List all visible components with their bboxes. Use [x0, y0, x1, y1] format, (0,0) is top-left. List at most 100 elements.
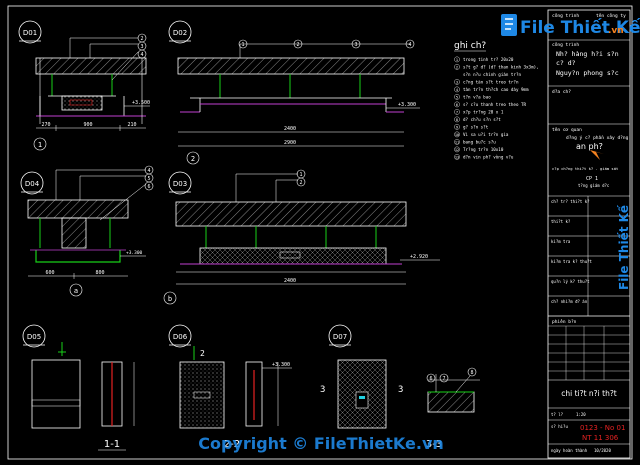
note-text: Tr?ng tr?n 10x10	[463, 147, 504, 152]
note-text: s? c?u thanh treo theo TR	[463, 102, 527, 107]
svg-text:2: 2	[140, 36, 143, 42]
note-number: 8	[456, 118, 458, 122]
note-number: 11	[455, 141, 459, 145]
detail-d02: D02 1 2 3 4 +3.300 2400 2900 2	[168, 20, 420, 165]
svg-text:5: 5	[147, 176, 150, 182]
note-text: g? s?n s?t	[463, 125, 489, 130]
d06-level: +3.300	[272, 362, 290, 368]
d03-ceiling-slab	[175, 201, 407, 227]
svg-text:4: 4	[147, 168, 150, 174]
svg-text:2900: 2900	[284, 140, 296, 146]
svg-text:900: 900	[83, 122, 92, 128]
svg-text:CP 1: CP 1	[586, 176, 598, 182]
project-name-2: c? d?	[556, 59, 576, 67]
revision-grid	[548, 325, 630, 380]
note-text: bang bu?c s?u	[463, 140, 496, 145]
d01-light-box	[61, 95, 103, 111]
d04-beam	[27, 199, 129, 219]
d02-tag: D02	[173, 29, 187, 37]
d07-tag: D07	[333, 333, 347, 341]
stamp-label: tên cơ quan	[552, 126, 582, 133]
watermark-logo: File Thiết Kế .vn	[501, 14, 640, 38]
note-text: d? ch?u s?n s?t	[463, 117, 501, 122]
note-number: 5	[456, 96, 458, 100]
title-block-row-label: ki?m tra k? thu?t	[551, 259, 593, 264]
completion-date: 10/2020	[594, 448, 611, 453]
note-text: s?t g? d? (d? than kinh 3x3m),	[463, 65, 539, 70]
svg-text:s? hi?u: s? hi?u	[551, 424, 568, 429]
svg-text:3: 3	[140, 44, 143, 50]
drawing-number: NT 11 306	[582, 434, 619, 442]
project-name-3: Nguy?n phong s?c	[556, 69, 619, 77]
note-text: s?n n?u chinh giàn tr?n	[463, 72, 521, 77]
d05-tag: D05	[27, 333, 41, 341]
d05-caption: 1-1	[104, 439, 120, 450]
d07-section	[427, 391, 475, 413]
d01-tag: D01	[23, 29, 37, 37]
svg-text:3: 3	[320, 385, 325, 395]
svg-text:2400: 2400	[284, 126, 296, 132]
title-block-row-label: thi?t k?	[551, 219, 571, 224]
note-text: c?ng tàn s?t treo tr?n	[463, 80, 519, 85]
d03-tag: D03	[173, 180, 187, 188]
title-block-row-label: ki?m tra	[551, 239, 571, 244]
note-text: d?n vin ph? vòng v?u	[463, 155, 514, 160]
detail-d03: D03 1 2 +2.920 2400 b	[163, 169, 440, 305]
note-text: tàn tr?n th?ch cao dày 9mm	[463, 87, 529, 92]
scale-value: 1:20	[576, 412, 586, 417]
notes-block: ghi ch? 1 trong tinh tr? 20x20 2 s?t g? d? …	[454, 41, 539, 160]
note-number: 10	[455, 133, 459, 137]
note-number: 7	[456, 111, 458, 115]
svg-text:3: 3	[398, 385, 403, 395]
d06-tag: D06	[173, 333, 188, 341]
note-number: 9	[456, 126, 458, 130]
detail-d05: D05 1-1	[22, 324, 135, 451]
svg-text:t? l?: t? l?	[551, 412, 564, 417]
watermark-copyright: Copyright © FileThietKe.vn	[198, 434, 444, 453]
svg-text:7: 7	[442, 376, 445, 382]
svg-text:d?ng ý c? phần xây d?ng: d?ng ý c? phần xây d?ng	[566, 134, 629, 141]
note-text: x?p tr?ng 20 x 1	[463, 110, 504, 115]
detail-d07: D07 3 3 6 7 8 3-3	[320, 324, 480, 450]
title-block-row-label: ch? nhi?m đ? án	[551, 299, 588, 304]
stamp-arrow-icon	[590, 150, 604, 160]
d04-column	[61, 217, 87, 249]
note-number: 12	[455, 148, 459, 152]
svg-text:c?p ch?ng thi?t k? - giám sát: c?p ch?ng thi?t k? - giám sát	[552, 166, 618, 171]
title-block-row-label: qu?n lý k? thu?t	[551, 279, 590, 284]
svg-text:800: 800	[95, 270, 104, 276]
svg-text:2: 2	[299, 180, 302, 186]
d05-elevation	[31, 359, 81, 429]
svg-text:6: 6	[429, 376, 432, 382]
project-name-1: Nh? hàng h?i s?n	[556, 50, 619, 58]
d03-section-mark: b	[168, 295, 172, 303]
svg-text:ngày hoàn thành: ngày hoàn thành	[551, 448, 588, 453]
svg-text:4: 4	[408, 42, 411, 48]
location-label: d?a ch?	[552, 89, 571, 95]
cad-drawing-sheet: D01 2 3 4 +3.500 270 900 210 1 D02 1 2 3…	[7, 5, 640, 460]
note-text: trong tinh tr? 20x20	[463, 57, 514, 62]
d02-ceiling-slab	[177, 57, 405, 75]
svg-text:1: 1	[299, 172, 302, 178]
note-text: t?n v?a bao	[463, 95, 491, 100]
stamp-company: an ph?	[576, 142, 603, 151]
detail-d01: D01 2 3 4 +3.500 270 900 210 1	[18, 20, 150, 151]
sheet-code: 0123 - No 01	[580, 424, 625, 432]
svg-text:2: 2	[296, 42, 299, 48]
svg-text:.vn: .vn	[608, 26, 624, 36]
d01-level: +3.500	[132, 100, 150, 106]
drawing-title: chi ti?t n?i th?t	[561, 389, 617, 398]
note-number: 2	[456, 66, 458, 70]
note-number: 4	[456, 88, 458, 92]
svg-text:2: 2	[200, 349, 205, 358]
notes-list: 1 trong tinh tr? 20x20 2 s?t g? d? (d? than…	[454, 56, 539, 160]
d02-section-mark: 2	[191, 155, 195, 163]
svg-text:4: 4	[140, 52, 143, 58]
note-number: 13	[455, 156, 459, 160]
svg-text:3: 3	[354, 42, 357, 48]
note-text: Vi sa u?i tr?n gia	[463, 132, 509, 137]
detail-d04: D04 4 5 6 +3.300 600 800 a	[20, 165, 154, 297]
title-block-row-label: ch? tr? thi?t k?	[551, 199, 590, 204]
svg-text:600: 600	[45, 270, 54, 276]
note-number: 1	[456, 58, 458, 62]
